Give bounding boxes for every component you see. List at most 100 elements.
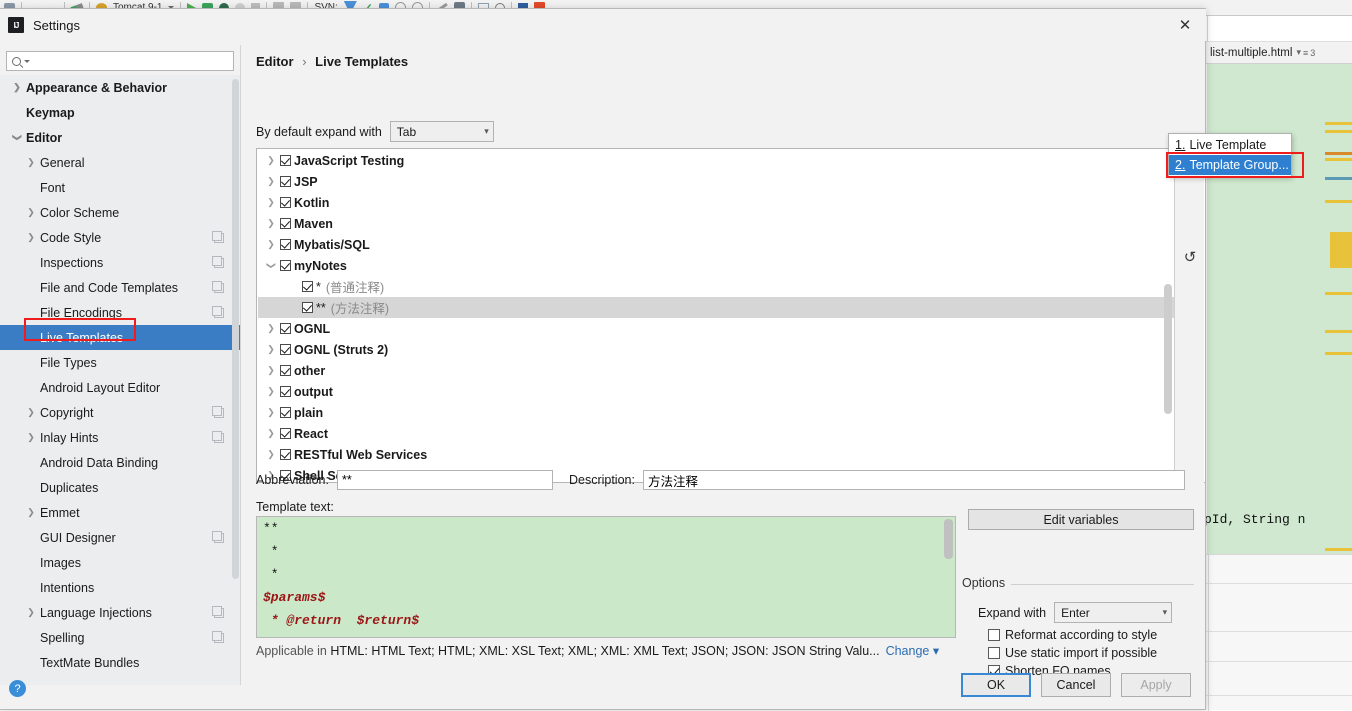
sidebar-item-inspections[interactable]: Inspections xyxy=(0,250,240,275)
change-contexts-link[interactable]: Change ▾ xyxy=(886,644,940,658)
revert-template-button[interactable]: ↺ xyxy=(1175,244,1205,270)
chevron-right-icon[interactable]: ❯ xyxy=(262,428,280,439)
error-stripe-mark[interactable] xyxy=(1325,352,1352,355)
template-checkbox[interactable] xyxy=(280,344,291,355)
chevron-right-icon[interactable]: ❯ xyxy=(262,449,280,460)
chevron-right-icon[interactable]: ❯ xyxy=(22,157,40,168)
settings-nav-tree[interactable]: ❯ Appearance & Behavior Keymap ❯ Editor ❯ Gene… xyxy=(0,75,240,685)
copy-settings-icon[interactable] xyxy=(212,280,224,293)
sidebar-item-editor[interactable]: ❯ Editor xyxy=(0,125,240,150)
copy-settings-icon[interactable] xyxy=(212,405,224,418)
template-checkbox[interactable] xyxy=(280,176,291,187)
chevron-right-icon[interactable]: ❯ xyxy=(262,323,280,334)
chevron-right-icon[interactable]: ❯ xyxy=(22,207,40,218)
chevron-right-icon[interactable]: ❯ xyxy=(22,232,40,243)
copy-settings-icon[interactable] xyxy=(212,530,224,543)
cancel-button[interactable]: Cancel xyxy=(1041,673,1111,697)
error-stripe-mark[interactable] xyxy=(1325,292,1352,295)
sidebar-item-file-types[interactable]: File Types xyxy=(0,350,240,375)
search-box[interactable] xyxy=(6,51,234,71)
chevron-right-icon[interactable]: ❯ xyxy=(262,407,280,418)
sidebar-item-emmet[interactable]: ❯ Emmet xyxy=(0,500,240,525)
sidebar-item-keymap[interactable]: Keymap xyxy=(0,100,240,125)
template-checkbox[interactable] xyxy=(280,323,291,334)
chevron-down-icon[interactable]: ❯ xyxy=(266,257,277,275)
breadcrumb-root[interactable]: Editor xyxy=(256,54,294,69)
chevron-down-icon[interactable]: ▾ xyxy=(1296,47,1301,58)
template-row[interactable]: ❯ Maven xyxy=(258,213,1175,234)
search-history-chevron-icon[interactable] xyxy=(24,59,30,63)
sidebar-item-android-layout-editor[interactable]: Android Layout Editor xyxy=(0,375,240,400)
template-text-editor[interactable]: ** * * $params$ * @return $return$ xyxy=(256,516,956,638)
option-checkbox[interactable] xyxy=(988,629,1000,641)
sidebar-item-copyright[interactable]: ❯ Copyright xyxy=(0,400,240,425)
sidebar-item-font[interactable]: Font xyxy=(0,175,240,200)
sidebar-item-intentions[interactable]: Intentions xyxy=(0,575,240,600)
sidebar-item-textmate-bundles[interactable]: TextMate Bundles xyxy=(0,650,240,675)
chevron-right-icon[interactable]: ❯ xyxy=(262,197,280,208)
chevron-right-icon[interactable]: ❯ xyxy=(262,176,280,187)
copy-settings-icon[interactable] xyxy=(212,630,224,643)
error-stripe-mark[interactable] xyxy=(1325,330,1352,333)
template-row[interactable]: ❯ Kotlin xyxy=(258,192,1175,213)
template-row[interactable]: ❯ JSP xyxy=(258,171,1175,192)
inspections-icon[interactable]: ≡ xyxy=(1303,48,1308,58)
template-list-scrollbar[interactable] xyxy=(1164,284,1172,414)
sidebar-item-gui-designer[interactable]: GUI Designer xyxy=(0,525,240,550)
sidebar-item-android-data-binding[interactable]: Android Data Binding xyxy=(0,450,240,475)
template-row[interactable]: ❯ other xyxy=(258,360,1175,381)
tab-status-icons[interactable]: ▾ ≡ 3 xyxy=(1296,47,1315,58)
copy-settings-icon[interactable] xyxy=(212,305,224,318)
apply-button[interactable]: Apply xyxy=(1121,673,1191,697)
copy-settings-icon[interactable] xyxy=(212,230,224,243)
template-row[interactable]: ❯ output xyxy=(258,381,1175,402)
template-row[interactable]: ** (方法注释) xyxy=(258,297,1175,318)
sidebar-item-live-templates[interactable]: Live Templates xyxy=(0,325,240,350)
template-row[interactable]: ❯ JavaScript Testing xyxy=(258,150,1175,171)
chevron-right-icon[interactable]: ❯ xyxy=(22,507,40,518)
template-checkbox[interactable] xyxy=(280,218,291,229)
expand-with-select[interactable]: Tab ▾ xyxy=(389,121,494,142)
chevron-right-icon[interactable]: ❯ xyxy=(22,407,40,418)
error-stripe-mark[interactable] xyxy=(1325,130,1352,133)
copy-settings-icon[interactable] xyxy=(212,605,224,618)
template-checkbox[interactable] xyxy=(302,281,313,292)
chevron-right-icon[interactable]: ❯ xyxy=(262,344,280,355)
sidebar-item-spelling[interactable]: Spelling xyxy=(0,625,240,650)
template-checkbox[interactable] xyxy=(280,260,291,271)
error-stripe-mark[interactable] xyxy=(1325,152,1352,155)
chevron-right-icon[interactable]: ❯ xyxy=(262,365,280,376)
template-row[interactable]: ❯ RESTful Web Services xyxy=(258,444,1175,465)
template-checkbox[interactable] xyxy=(280,197,291,208)
error-stripe-mark[interactable] xyxy=(1325,158,1352,161)
template-row[interactable]: ❯ React xyxy=(258,423,1175,444)
template-row[interactable]: ❯ OGNL xyxy=(258,318,1175,339)
template-text-scrollbar[interactable] xyxy=(944,519,953,559)
error-stripe-mark[interactable] xyxy=(1330,232,1352,268)
chevron-right-icon[interactable]: ❯ xyxy=(22,432,40,443)
ok-button[interactable]: OK xyxy=(961,673,1031,697)
template-checkbox[interactable] xyxy=(280,239,291,250)
template-checkbox[interactable] xyxy=(280,386,291,397)
error-stripe-mark[interactable] xyxy=(1325,200,1352,203)
description-input[interactable] xyxy=(642,470,1185,490)
sidebar-item-language-injections[interactable]: ❯ Language Injections xyxy=(0,600,240,625)
template-checkbox[interactable] xyxy=(280,365,291,376)
add-menu-item[interactable]: 1. Live Template xyxy=(1169,135,1291,155)
editor-tab-label[interactable]: list-multiple.html xyxy=(1210,47,1292,59)
template-checkbox[interactable] xyxy=(280,428,291,439)
sidebar-item-file-encodings[interactable]: File Encodings xyxy=(0,300,240,325)
copy-settings-icon[interactable] xyxy=(212,255,224,268)
option-checkbox-row[interactable]: Reformat according to style xyxy=(988,628,1157,642)
sidebar-item-duplicates[interactable]: Duplicates xyxy=(0,475,240,500)
sidebar-item-code-style[interactable]: ❯ Code Style xyxy=(0,225,240,250)
add-template-menu[interactable]: 1. Live Template 2. Template Group... xyxy=(1168,133,1292,177)
expand-with-option-select[interactable]: Enter ▾ xyxy=(1054,602,1173,623)
chevron-down-icon[interactable]: ❯ xyxy=(12,129,23,147)
template-row[interactable]: ❯ plain xyxy=(258,402,1175,423)
copy-settings-icon[interactable] xyxy=(212,430,224,443)
chevron-right-icon[interactable]: ❯ xyxy=(262,155,280,166)
search-input[interactable] xyxy=(33,53,223,69)
error-stripe-mark[interactable] xyxy=(1325,177,1352,180)
help-button[interactable]: ? xyxy=(9,680,26,697)
